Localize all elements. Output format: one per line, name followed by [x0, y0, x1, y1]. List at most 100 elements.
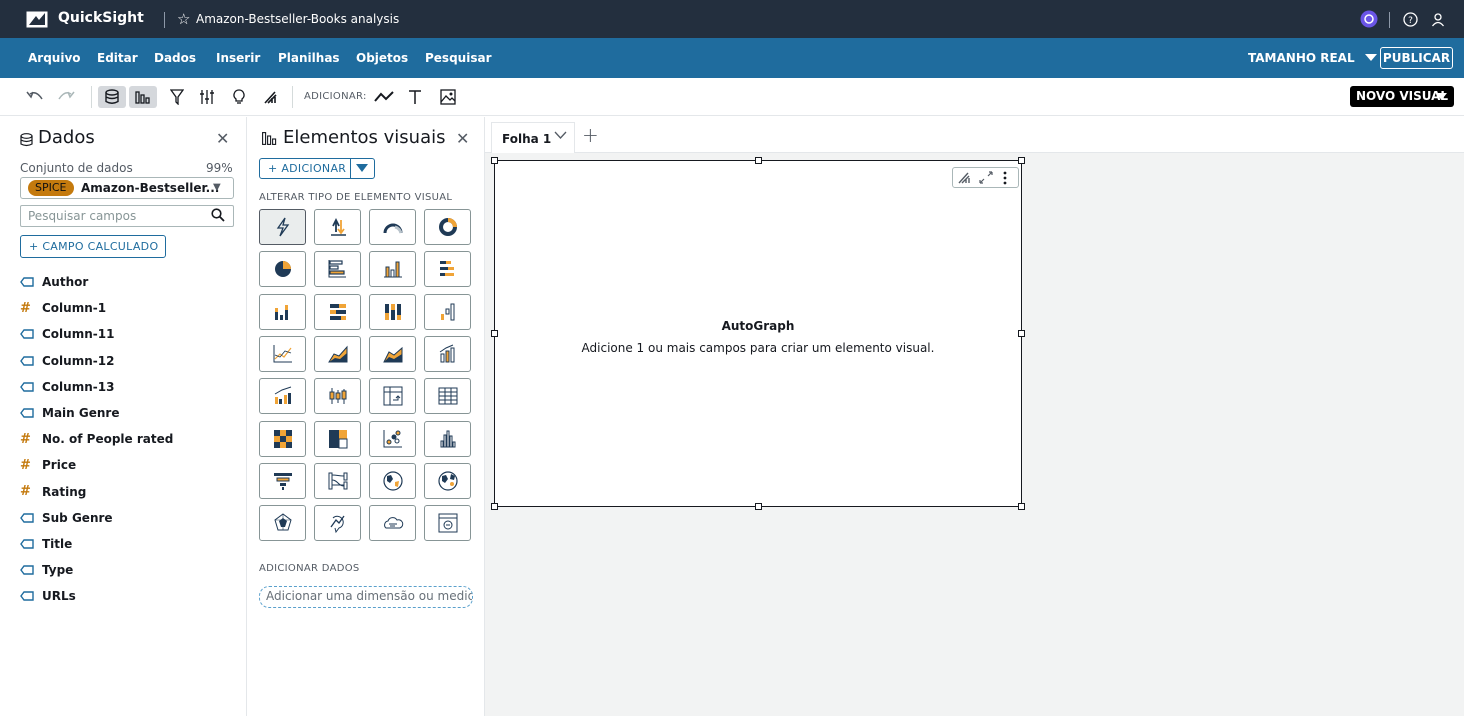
visual-type-autograph[interactable] — [259, 209, 306, 245]
visual-type-insight[interactable] — [314, 505, 361, 542]
visual-type-points-on-map[interactable] — [424, 462, 471, 499]
visual-type-donut[interactable] — [424, 209, 471, 245]
resize-handle[interactable] — [1018, 157, 1025, 164]
display-size-dropdown[interactable]: TAMANHO REAL — [1248, 51, 1377, 65]
visual-type-vertical-100-stacked-bar[interactable] — [369, 293, 416, 330]
field-item[interactable]: Column-12 — [20, 348, 240, 374]
expand-icon[interactable] — [979, 171, 993, 184]
more-options-icon[interactable] — [1002, 171, 1008, 185]
visual-type-stacked-area[interactable] — [369, 335, 416, 372]
field-item[interactable]: Column-13 — [20, 374, 240, 400]
resize-handle[interactable] — [755, 503, 762, 510]
resize-handle[interactable] — [491, 157, 498, 164]
visual-type-histogram[interactable] — [424, 420, 471, 457]
menu-arquivo[interactable]: Arquivo — [28, 51, 81, 65]
new-visual-button[interactable]: NOVO VISUAL — [1350, 86, 1454, 107]
field-item[interactable]: Sub Genre — [20, 505, 240, 531]
visual-type-horizontal-100-stacked-bar[interactable] — [314, 293, 361, 330]
user-avatar-icon[interactable] — [1360, 10, 1378, 28]
field-item[interactable]: # No. of People rated — [20, 426, 240, 452]
close-icon[interactable]: ✕ — [456, 129, 469, 148]
visual-type-scatter[interactable] — [369, 420, 416, 457]
visual-type-heat-map[interactable] — [259, 420, 306, 457]
favorite-star-icon[interactable]: ☆ — [177, 10, 190, 28]
account-icon[interactable] — [1431, 12, 1445, 27]
help-icon[interactable]: ? — [1403, 12, 1418, 27]
redo-icon[interactable] — [55, 86, 77, 108]
visual-type-vertical-stacked-bar[interactable] — [259, 293, 306, 330]
visual-type-kpi[interactable] — [314, 209, 361, 245]
add-calculated-field-button[interactable]: + CAMPO CALCULADO — [20, 235, 166, 258]
field-label: Price — [42, 458, 77, 473]
visual-type-sankey[interactable] — [314, 462, 361, 499]
menu-inserir[interactable]: Inserir — [216, 51, 260, 65]
donut-icon — [438, 218, 457, 236]
field-item[interactable]: # Price — [20, 452, 240, 478]
dimension-tag-icon — [20, 382, 42, 392]
visual-type-horizontal-bar[interactable] — [314, 251, 361, 288]
chevron-down-icon[interactable] — [554, 131, 567, 140]
visual-type-gauge[interactable] — [369, 209, 416, 245]
stacked-area-icon — [382, 346, 402, 363]
add-visual-button[interactable]: + ADICIONAR — [259, 158, 375, 179]
dimension-tag-icon — [20, 355, 42, 366]
visual-type-box-plot[interactable] — [314, 378, 361, 415]
visual-type-table[interactable] — [424, 378, 471, 415]
field-item[interactable]: Type — [20, 557, 240, 583]
visual-type-line[interactable] — [259, 335, 306, 372]
visuals-pane: Elementos visuais ✕ + ADICIONAR ALTERAR … — [247, 117, 485, 716]
field-item[interactable]: # Rating — [20, 479, 240, 505]
parameters-icon[interactable] — [196, 86, 218, 108]
field-item[interactable]: Main Genre — [20, 400, 240, 426]
autograph-visual[interactable]: AutoGraph Adicione 1 ou mais campos para… — [491, 157, 1025, 510]
publish-button[interactable]: PUBLICAR — [1380, 47, 1453, 69]
visual-type-clustered-bar-line-combo[interactable] — [259, 378, 306, 415]
menu-editar[interactable]: Editar — [97, 51, 138, 65]
visual-type-waterfall[interactable] — [424, 293, 471, 330]
visual-type-pivot-table[interactable] — [369, 378, 416, 415]
visual-type-bar-line-combo[interactable] — [424, 335, 471, 372]
visual-type-radar[interactable] — [259, 505, 306, 542]
visual-type-pie[interactable] — [259, 251, 306, 288]
menu-planilhas[interactable]: Planilhas — [278, 51, 340, 65]
visual-type-tree-map[interactable] — [314, 420, 361, 457]
menu-dados[interactable]: Dados — [154, 51, 196, 65]
field-item[interactable]: # Column-1 — [20, 295, 240, 321]
field-item[interactable]: Column-11 — [20, 321, 240, 347]
close-icon[interactable]: ✕ — [216, 129, 229, 148]
search-input[interactable] — [21, 206, 201, 226]
add-text-icon[interactable] — [404, 86, 426, 108]
field-item[interactable]: Title — [20, 531, 240, 557]
measure-hash-icon: # — [20, 300, 31, 316]
add-sheet-icon[interactable]: + — [582, 123, 599, 147]
visual-type-horizontal-stacked-bar[interactable] — [424, 251, 471, 288]
visual-type-vertical-bar[interactable] — [369, 251, 416, 288]
visual-type-filled-map[interactable] — [369, 462, 416, 499]
format-visual-icon[interactable] — [958, 171, 972, 184]
undo-icon[interactable] — [24, 86, 46, 108]
visual-type-area[interactable] — [314, 335, 361, 372]
dataset-select[interactable]: SPICE Amazon-Bestseller... ▼ — [20, 177, 234, 199]
resize-handle[interactable] — [755, 157, 762, 164]
field-item[interactable]: URLs — [20, 583, 240, 609]
add-image-icon[interactable] — [437, 86, 459, 108]
analysis-title[interactable]: Amazon-Bestseller-Books analysis — [196, 12, 399, 26]
visual-type-custom-visual[interactable] — [424, 505, 471, 542]
menu-pesquisar[interactable]: Pesquisar — [425, 51, 491, 65]
visuals-pane-title: Elementos visuais — [283, 127, 446, 148]
field-well-dropzone[interactable]: Adicionar uma dimensão ou medida — [259, 586, 473, 608]
add-visual-icon[interactable] — [373, 86, 395, 108]
resize-handle[interactable] — [491, 503, 498, 510]
visual-type-funnel[interactable] — [259, 462, 306, 499]
tab-folha-1[interactable]: Folha 1 — [491, 122, 575, 153]
visuals-pane-toggle-icon[interactable] — [129, 86, 157, 108]
data-pane-toggle-icon[interactable] — [98, 86, 126, 108]
menu-objetos[interactable]: Objetos — [356, 51, 408, 65]
visual-type-word-cloud[interactable] — [369, 505, 416, 542]
insights-lightbulb-icon[interactable] — [228, 86, 250, 108]
themes-icon[interactable] — [260, 86, 282, 108]
caret-down-icon[interactable] — [356, 164, 368, 172]
filter-icon[interactable] — [166, 86, 188, 108]
resize-handle[interactable] — [1018, 503, 1025, 510]
field-item[interactable]: Author — [20, 269, 240, 295]
